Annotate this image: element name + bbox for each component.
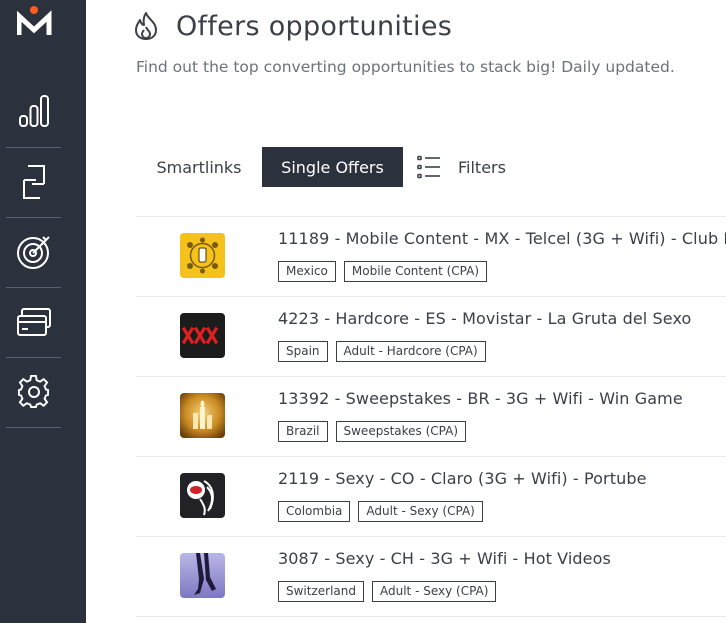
nav-targets[interactable]: [6, 217, 61, 287]
nav-stats[interactable]: [6, 76, 61, 146]
bar-chart-icon: [18, 94, 50, 128]
target-icon: [16, 234, 52, 270]
offer-row[interactable]: 4223 - Hardcore - ES - Movistar - La Gru…: [136, 296, 726, 376]
nav-payments[interactable]: [6, 287, 61, 357]
offer-row[interactable]: 11189 - Mobile Content - MX - Telcel (3G…: [136, 216, 726, 296]
m-logo[interactable]: [16, 4, 53, 40]
xxx-thumb: [180, 313, 225, 358]
offer-title[interactable]: 4223 - Hardcore - ES - Movistar - La Gru…: [278, 309, 691, 328]
offer-tags: Colombia Adult - Sexy (CPA): [278, 501, 491, 522]
gear-icon: [17, 375, 51, 409]
mobile-content-thumb: [180, 233, 225, 278]
country-tag: Colombia: [278, 501, 351, 522]
offer-row[interactable]: 13392 - Sweepstakes - BR - 3G + Wifi - W…: [136, 376, 726, 456]
country-tag: Mexico: [278, 261, 336, 282]
filters-button[interactable]: Filters: [417, 147, 506, 187]
credit-card-icon: [16, 307, 52, 337]
sweepstakes-thumb: [180, 393, 225, 438]
offer-title[interactable]: 11189 - Mobile Content - MX - Telcel (3G…: [278, 229, 726, 248]
country-tag: Spain: [278, 341, 328, 362]
offer-tags: Mexico Mobile Content (CPA): [278, 261, 495, 282]
nav-settings[interactable]: [6, 357, 61, 427]
transfer-icon: [22, 164, 46, 200]
category-tag: Adult - Hardcore (CPA): [335, 341, 486, 362]
list-end-divider: [136, 616, 726, 617]
offer-tags: Switzerland Adult - Sexy (CPA): [278, 581, 504, 602]
hot-videos-thumb: [180, 553, 225, 598]
offer-row[interactable]: 3087 - Sexy - CH - 3G + Wifi - Hot Video…: [136, 536, 726, 616]
portube-thumb: [180, 473, 225, 518]
list-filter-icon: [417, 155, 440, 179]
offers-list: 11189 - Mobile Content - MX - Telcel (3G…: [136, 216, 726, 617]
category-tag: Mobile Content (CPA): [343, 261, 488, 282]
sidebar-divider: [6, 427, 61, 428]
offer-title[interactable]: 13392 - Sweepstakes - BR - 3G + Wifi - W…: [278, 389, 683, 408]
tab-smartlinks[interactable]: Smartlinks: [140, 147, 258, 187]
offer-tags: Brazil Sweepstakes (CPA): [278, 421, 474, 442]
offer-row[interactable]: 2119 - Sexy - CO - Claro (3G + Wifi) - P…: [136, 456, 726, 536]
fire-icon: [132, 11, 160, 41]
category-tag: Adult - Sexy (CPA): [372, 581, 497, 602]
offer-title[interactable]: 3087 - Sexy - CH - 3G + Wifi - Hot Video…: [278, 549, 611, 568]
country-tag: Brazil: [278, 421, 328, 442]
country-tag: Switzerland: [278, 581, 364, 602]
sidebar: [0, 0, 86, 623]
category-tag: Adult - Sexy (CPA): [358, 501, 483, 522]
nav-links[interactable]: [6, 147, 61, 217]
page-subtitle: Find out the top converting opportunitie…: [136, 58, 675, 76]
offer-title[interactable]: 2119 - Sexy - CO - Claro (3G + Wifi) - P…: [278, 469, 647, 488]
category-tag: Sweepstakes (CPA): [335, 421, 467, 442]
filters-label: Filters: [458, 157, 506, 177]
page-title: Offers opportunities: [176, 10, 453, 42]
page-header: Offers opportunities: [132, 6, 452, 46]
offer-tags: Spain Adult - Hardcore (CPA): [278, 341, 494, 362]
tab-single-offers[interactable]: Single Offers: [262, 147, 403, 187]
